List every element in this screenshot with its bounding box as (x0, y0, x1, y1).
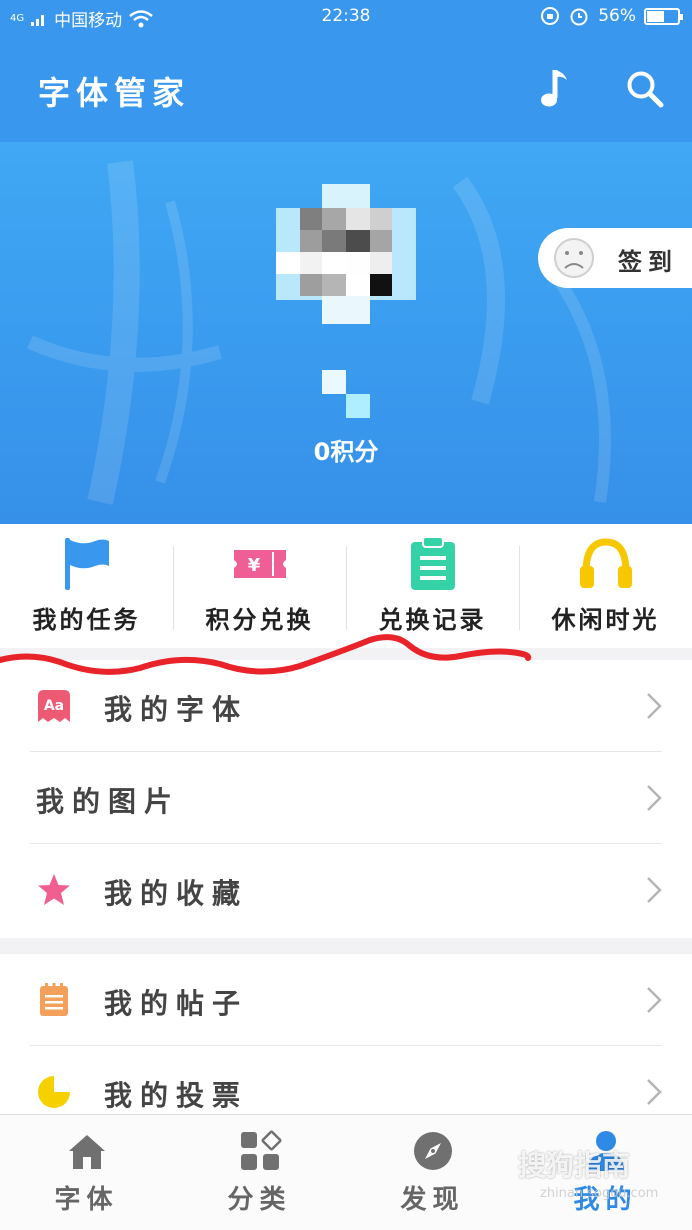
menu-item-label: 我的投票 (104, 1079, 249, 1112)
profile-banner: 0积分 签到 (0, 142, 692, 524)
headphones-icon (579, 538, 632, 588)
menu-item-label: 我的收藏 (104, 877, 249, 910)
ticket-icon: ¥ (233, 550, 286, 578)
avatar-pixel-tail (322, 370, 370, 418)
alarm-icon (570, 8, 588, 26)
watermark: 搜狗指南 (518, 1149, 631, 1182)
points-text: 0积分 (313, 438, 379, 466)
annotation-scribble (0, 634, 532, 675)
chevron-right-icon (647, 693, 662, 719)
checkin-button[interactable]: 签到 (538, 228, 692, 288)
app-title: 字体管家 (38, 74, 191, 112)
status-bar: 4G 中国移动 22:38 56% (0, 0, 692, 34)
app-header: 字体管家 (0, 34, 692, 142)
menu-item-my-images[interactable]: 我的图片 (0, 752, 692, 844)
pie-chart-icon (38, 1076, 70, 1108)
avatar[interactable] (276, 184, 416, 324)
rotation-lock-icon (541, 7, 560, 25)
menu-group-personal: Aa 我的字体 我的图片 我的收藏 (0, 660, 692, 938)
flag-icon (64, 538, 109, 590)
menu-item-label: 我的字体 (104, 693, 249, 726)
quick-action-label: 休闲时光 (551, 606, 660, 634)
sad-face-icon (554, 238, 594, 278)
battery-percent: 56% (598, 6, 636, 26)
menu-item-my-favorites[interactable]: 我的收藏 (0, 844, 692, 936)
category-grid-icon (240, 1130, 282, 1170)
svg-text:Aa: Aa (44, 698, 64, 714)
search-icon (627, 71, 664, 108)
chevron-right-icon (647, 987, 662, 1013)
menu-item-label: 我的图片 (36, 785, 181, 818)
search-button[interactable] (624, 68, 666, 110)
music-button[interactable] (536, 66, 576, 112)
music-note-icon (541, 70, 567, 107)
compass-icon (413, 1132, 452, 1170)
nav-label: 分类 (227, 1185, 292, 1215)
nav-label: 字体 (54, 1185, 119, 1215)
menu-item-my-votes[interactable]: 我的投票 (0, 1046, 692, 1116)
chevron-right-icon (647, 1079, 662, 1105)
svg-text:¥: ¥ (247, 555, 260, 576)
quick-action-leisure-time[interactable]: 休闲时光 (519, 524, 692, 648)
menu-item-my-posts[interactable]: 我的帖子 (0, 954, 692, 1046)
battery-fill (647, 10, 664, 22)
nav-tab-discover[interactable]: 发现 (346, 1115, 519, 1230)
status-right: 56% (540, 6, 683, 26)
font-aa-icon: Aa (38, 690, 70, 722)
chevron-right-icon (647, 785, 662, 811)
clipboard-icon (410, 536, 455, 590)
checkin-label: 签到 (618, 248, 678, 276)
menu-group-community: 我的帖子 我的投票 (0, 954, 692, 1116)
battery-icon (644, 7, 683, 25)
menu-item-label: 我的帖子 (104, 987, 249, 1020)
chevron-right-icon (647, 877, 662, 903)
nav-label: 发现 (400, 1185, 465, 1215)
home-icon (68, 1135, 105, 1169)
watermark-url: zhinan.sogou.com (540, 1186, 659, 1201)
star-icon (38, 874, 70, 905)
nav-tab-categories[interactable]: 分类 (173, 1115, 346, 1230)
notepad-icon (40, 983, 68, 1016)
nav-tab-fonts[interactable]: 字体 (0, 1115, 173, 1230)
